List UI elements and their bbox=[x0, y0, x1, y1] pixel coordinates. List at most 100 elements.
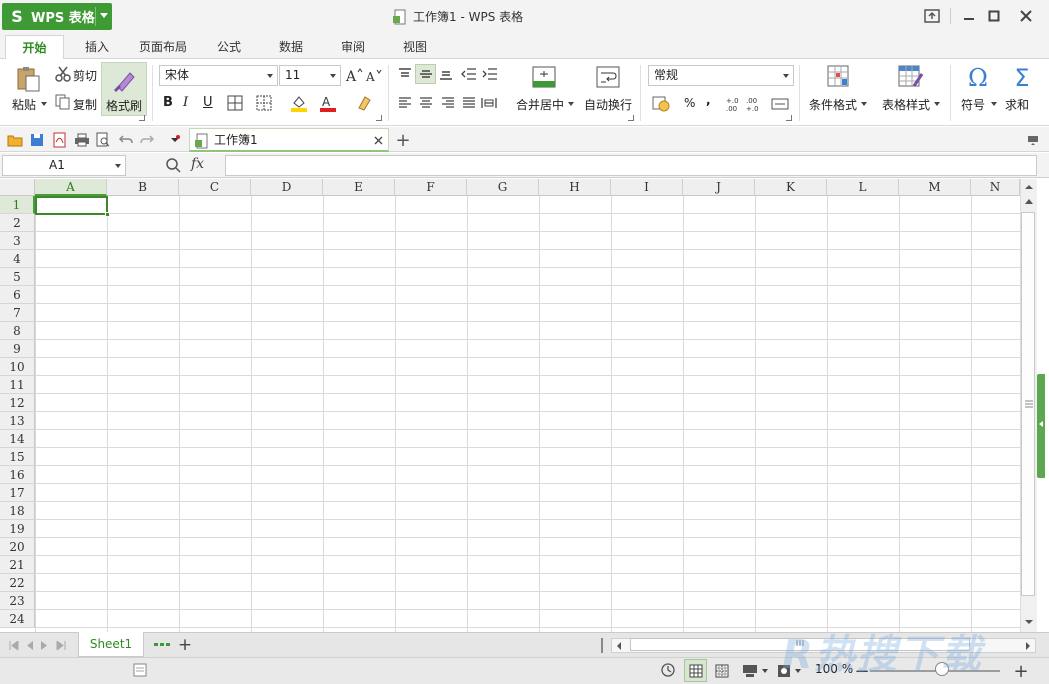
paste-icon[interactable] bbox=[14, 65, 42, 93]
clear-format-icon[interactable] bbox=[355, 94, 373, 112]
active-cell-a1[interactable] bbox=[35, 196, 110, 217]
row-header-7[interactable]: 7 bbox=[0, 304, 35, 322]
decrease-indent-icon[interactable] bbox=[460, 65, 478, 83]
alignment-launcher-icon[interactable] bbox=[628, 115, 634, 121]
history-icon[interactable] bbox=[659, 661, 677, 679]
justify-icon[interactable] bbox=[460, 94, 478, 112]
app-menu-button[interactable]: S WPS 表格 bbox=[2, 3, 112, 30]
select-all-corner[interactable] bbox=[0, 179, 35, 196]
tab-review[interactable]: 审阅 bbox=[326, 35, 380, 59]
merge-center-button[interactable]: 合并居中 bbox=[516, 96, 564, 113]
record-macro-icon[interactable] bbox=[131, 661, 149, 679]
currency-icon[interactable] bbox=[652, 94, 670, 112]
shrink-font-icon[interactable]: A bbox=[365, 66, 383, 84]
row-header-8[interactable]: 8 bbox=[0, 322, 35, 340]
table-style-dropdown-icon[interactable] bbox=[934, 102, 940, 106]
tab-data[interactable]: 数据 bbox=[264, 35, 318, 59]
table-style-icon[interactable] bbox=[898, 63, 924, 91]
zoom-in-icon[interactable]: + bbox=[1012, 661, 1030, 682]
paste-button[interactable]: 粘贴 bbox=[12, 96, 36, 113]
fill-pattern-icon[interactable] bbox=[255, 94, 273, 112]
symbol-dropdown-icon[interactable] bbox=[991, 102, 997, 106]
upload-button[interactable] bbox=[921, 6, 943, 26]
page-break-view-icon[interactable] bbox=[713, 662, 731, 680]
sum-button[interactable]: 求和 bbox=[1005, 96, 1029, 113]
row-header-20[interactable]: 20 bbox=[0, 538, 35, 556]
scroll-up-icon[interactable] bbox=[1024, 182, 1034, 192]
layout-dropdown-icon[interactable] bbox=[762, 669, 768, 673]
zoom-search-icon[interactable] bbox=[164, 156, 182, 174]
row-header-2[interactable]: 2 bbox=[0, 214, 35, 232]
row-header-18[interactable]: 18 bbox=[0, 502, 35, 520]
open-folder-icon[interactable] bbox=[6, 131, 24, 149]
tab-formulas[interactable]: 公式 bbox=[202, 35, 256, 59]
format-painter-button[interactable]: 格式刷 bbox=[101, 62, 147, 116]
fill-color-icon[interactable] bbox=[290, 94, 308, 112]
column-header-k[interactable]: K bbox=[755, 179, 827, 196]
copy-button[interactable]: 复制 bbox=[73, 96, 97, 113]
first-sheet-icon[interactable] bbox=[9, 641, 19, 650]
align-center-icon[interactable] bbox=[417, 94, 435, 112]
merge-center-icon[interactable] bbox=[530, 63, 558, 91]
align-left-icon[interactable] bbox=[396, 94, 414, 112]
formula-input[interactable] bbox=[225, 155, 1037, 176]
paste-dropdown-icon[interactable] bbox=[41, 102, 47, 106]
row-header-17[interactable]: 17 bbox=[0, 484, 35, 502]
print-icon[interactable] bbox=[73, 131, 91, 149]
column-header-n[interactable]: N bbox=[971, 179, 1020, 196]
symbol-button[interactable]: 符号 bbox=[961, 96, 985, 113]
percent-button[interactable]: % bbox=[684, 96, 695, 110]
conditional-format-button[interactable]: 条件格式 bbox=[809, 96, 857, 113]
font-name-select[interactable]: 宋体 bbox=[159, 65, 278, 86]
clipboard-launcher-icon[interactable] bbox=[139, 115, 145, 121]
tab-view[interactable]: 视图 bbox=[388, 35, 442, 59]
reading-layout-icon[interactable] bbox=[741, 662, 759, 680]
column-header-l[interactable]: L bbox=[827, 179, 899, 196]
last-sheet-icon[interactable] bbox=[56, 641, 66, 650]
row-header-3[interactable]: 3 bbox=[0, 232, 35, 250]
column-header-d[interactable]: D bbox=[251, 179, 323, 196]
row-header-21[interactable]: 21 bbox=[0, 556, 35, 574]
column-header-m[interactable]: M bbox=[899, 179, 971, 196]
row-header-16[interactable]: 16 bbox=[0, 466, 35, 484]
tab-home[interactable]: 开始 bbox=[5, 35, 64, 60]
row-header-10[interactable]: 10 bbox=[0, 358, 35, 376]
minimize-button[interactable] bbox=[958, 6, 980, 26]
more-sheets-icon[interactable] bbox=[154, 643, 170, 647]
comma-button[interactable]: , bbox=[706, 93, 711, 107]
row-header-4[interactable]: 4 bbox=[0, 250, 35, 268]
tab-page-layout[interactable]: 页面布局 bbox=[130, 35, 196, 59]
tab-split-handle[interactable] bbox=[601, 638, 603, 653]
number-style-icon[interactable] bbox=[771, 95, 789, 113]
row-header-5[interactable]: 5 bbox=[0, 268, 35, 286]
row-header-6[interactable]: 6 bbox=[0, 286, 35, 304]
scroll-left-icon[interactable] bbox=[615, 641, 623, 651]
column-header-i[interactable]: I bbox=[611, 179, 683, 196]
align-top-icon[interactable] bbox=[396, 65, 414, 83]
scroll-top-icon[interactable] bbox=[1024, 196, 1034, 206]
column-header-g[interactable]: G bbox=[467, 179, 539, 196]
print-preview-icon[interactable] bbox=[94, 131, 112, 149]
borders-icon[interactable] bbox=[226, 94, 244, 112]
increase-indent-icon[interactable] bbox=[481, 65, 499, 83]
increase-decimal-icon[interactable]: +.0.00 bbox=[726, 95, 744, 113]
column-header-j[interactable]: J bbox=[683, 179, 755, 196]
document-tab[interactable]: 工作簿1 bbox=[189, 128, 389, 152]
new-tab-plus-icon[interactable]: + bbox=[394, 130, 412, 151]
align-bottom-icon[interactable] bbox=[437, 65, 455, 83]
tab-insert[interactable]: 插入 bbox=[70, 35, 124, 59]
align-middle-icon[interactable] bbox=[415, 64, 436, 84]
row-header-19[interactable]: 19 bbox=[0, 520, 35, 538]
sheet-tab-sheet1[interactable]: Sheet1 bbox=[78, 632, 144, 657]
vertical-scroll-thumb[interactable] bbox=[1021, 212, 1035, 596]
insert-function-button[interactable]: fx bbox=[191, 156, 204, 172]
underline-button[interactable]: U bbox=[203, 95, 213, 110]
column-header-e[interactable]: E bbox=[323, 179, 395, 196]
row-header-23[interactable]: 23 bbox=[0, 592, 35, 610]
number-format-select[interactable]: 常规 bbox=[648, 65, 794, 86]
next-sheet-icon[interactable] bbox=[40, 641, 48, 650]
merge-dropdown-icon[interactable] bbox=[568, 102, 574, 106]
add-sheet-plus-icon[interactable]: + bbox=[176, 635, 194, 655]
fill-handle[interactable] bbox=[105, 212, 110, 217]
bold-button[interactable]: B bbox=[163, 95, 173, 110]
